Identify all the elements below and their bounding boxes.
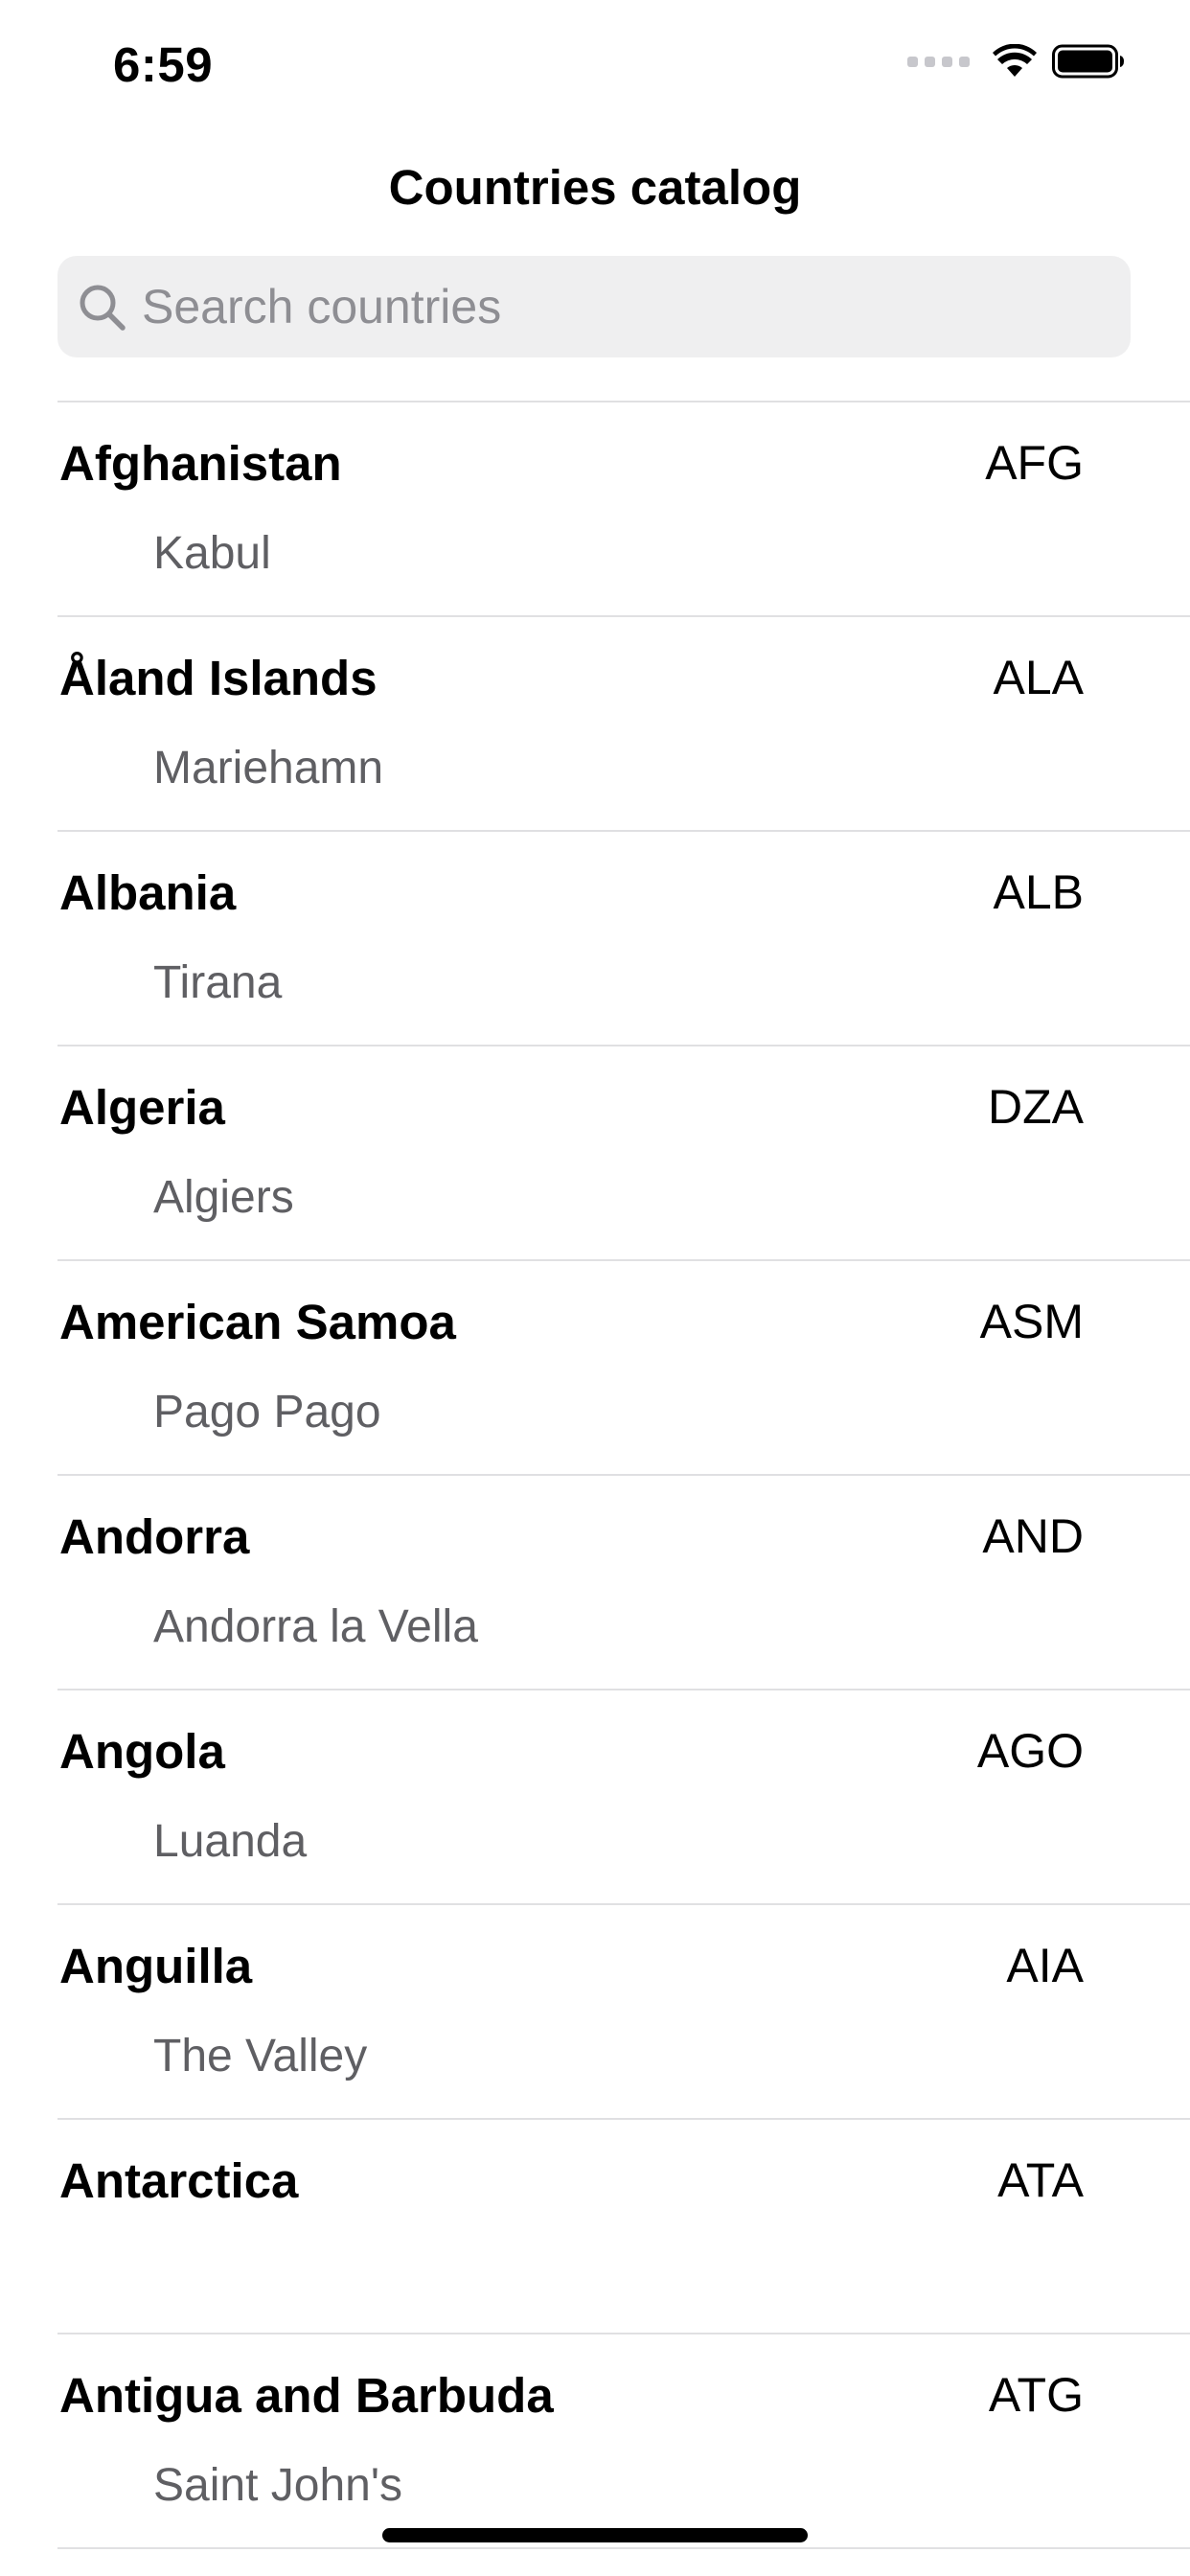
country-code: ATG	[988, 2368, 1084, 2422]
home-indicator[interactable]	[382, 2528, 808, 2542]
country-name: Antigua and Barbuda	[59, 2368, 554, 2423]
country-capital: Mariehamn	[153, 743, 384, 794]
country-name: American Samoa	[59, 1295, 456, 1349]
country-code: DZA	[988, 1080, 1084, 1134]
list-item[interactable]: Åland Islands ALA Mariehamn	[57, 615, 1190, 830]
list-item[interactable]: Angola AGO Luanda	[57, 1689, 1190, 1903]
list-item[interactable]: Antarctica ATA	[57, 2118, 1190, 2333]
list-item[interactable]: Anguilla AIA The Valley	[57, 1903, 1190, 2118]
status-icons	[907, 44, 1125, 79]
country-capital: Andorra la Vella	[153, 1601, 478, 1652]
list-item[interactable]: Albania ALB Tirana	[57, 830, 1190, 1045]
cellular-signal-icon	[907, 56, 970, 67]
country-code: AGO	[976, 1724, 1084, 1778]
country-list: Afghanistan AFG Kabul Åland Islands ALA …	[0, 401, 1190, 2549]
country-name: Angola	[59, 1724, 225, 1779]
list-item[interactable]: Antigua and Barbuda ATG Saint John's	[57, 2333, 1190, 2547]
list-item[interactable]: Andorra AND Andorra la Vella	[57, 1474, 1190, 1689]
country-capital: Algiers	[153, 1172, 294, 1223]
country-capital: Luanda	[153, 1816, 308, 1867]
country-name: Algeria	[59, 1080, 225, 1135]
country-name: Åland Islands	[59, 651, 378, 705]
search-bar[interactable]	[57, 256, 1131, 357]
country-name: Antarctica	[59, 2153, 299, 2208]
search-icon	[80, 285, 126, 331]
country-name: Albania	[59, 865, 237, 920]
country-code: ASM	[979, 1295, 1084, 1348]
country-name: Afghanistan	[59, 436, 342, 491]
country-code: AND	[982, 1509, 1084, 1563]
divider	[57, 2547, 1190, 2549]
wifi-icon	[993, 44, 1037, 77]
country-code: ATA	[997, 2153, 1084, 2207]
page-title: Countries catalog	[388, 160, 802, 215]
search-input[interactable]	[142, 256, 1110, 357]
country-capital: Saint John's	[153, 2460, 402, 2511]
battery-icon	[1052, 44, 1124, 79]
country-capital: Kabul	[153, 528, 271, 579]
country-code: ALB	[993, 865, 1084, 919]
country-code: AFG	[985, 436, 1084, 490]
list-item[interactable]: Afghanistan AFG Kabul	[57, 401, 1190, 615]
country-capital: Pago Pago	[153, 1387, 381, 1438]
country-capital: Tirana	[153, 957, 283, 1008]
country-capital: The Valley	[153, 2031, 368, 2082]
list-item[interactable]: Algeria DZA Algiers	[57, 1045, 1190, 1259]
status-time: 6:59	[113, 37, 214, 92]
country-name: Andorra	[59, 1509, 250, 1564]
country-code: ALA	[993, 651, 1084, 704]
country-code: AIA	[1006, 1939, 1084, 1992]
list-item[interactable]: American Samoa ASM Pago Pago	[57, 1259, 1190, 1474]
country-name: Anguilla	[59, 1939, 253, 1993]
status-bar: 6:59	[0, 0, 1190, 126]
